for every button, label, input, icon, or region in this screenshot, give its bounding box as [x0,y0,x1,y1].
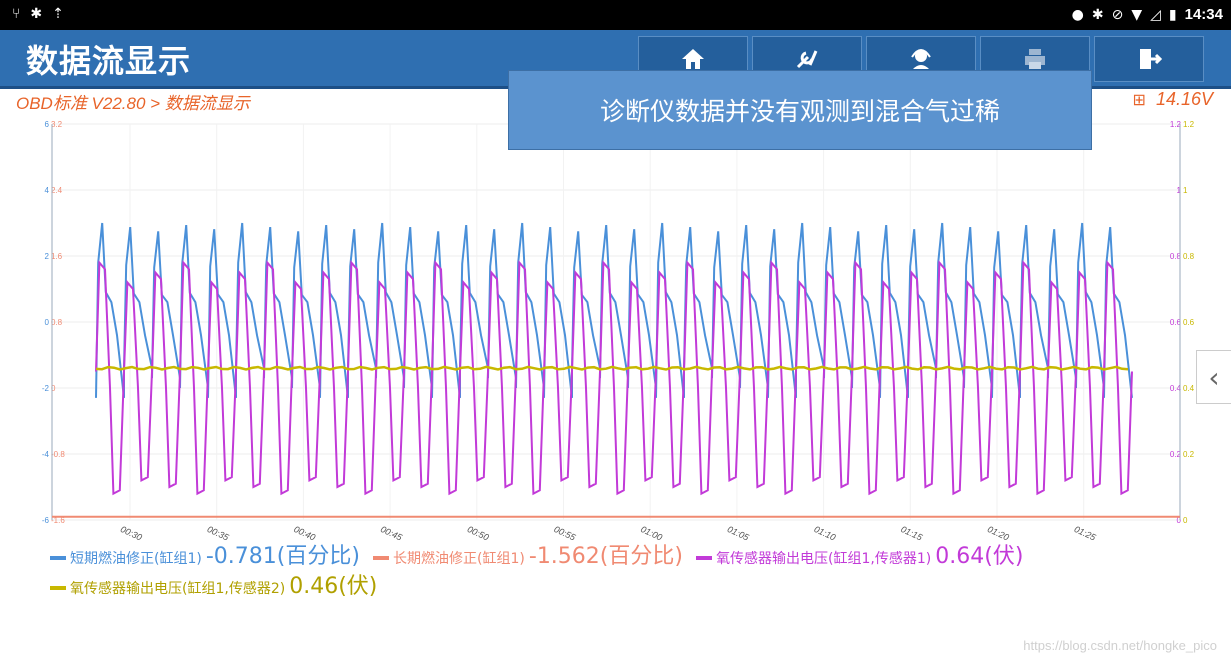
legend-value: 0.64(伏) [935,544,1024,569]
y-tick-right-outer: 0.6 [1183,318,1195,327]
x-tick-label: 01:20 [986,524,1011,543]
y-tick-right-outer: 0 [1183,516,1188,525]
battery-voltage: ⊞ 14.16V [1133,89,1213,110]
legend-swatch [50,556,66,560]
home-icon [682,49,704,69]
location-icon: ● [1071,6,1084,23]
x-tick-label: 00:35 [206,524,232,543]
x-tick-label: 01:25 [1073,524,1099,543]
exit-icon [1140,49,1162,69]
y-tick-left-inner: 0.8 [51,318,63,327]
y-tick-left-outer: -2 [42,384,50,393]
y-tick-right-outer: 0.4 [1183,384,1195,393]
y-tick-right-outer: 0.2 [1183,450,1195,459]
y-tick-left-inner: 1.6 [51,252,63,261]
x-tick-label: 01:15 [899,524,925,543]
upload-icon: ⇡ [52,6,64,22]
live-data-chart: 6 3.2 1.2 1.24 2.4 1 12 1.6 0.8 0.80 0.8 0.6 0.6-2 0 0… [42,120,1195,543]
voltage-value: 14.16V [1155,89,1213,109]
bug-icon: ✱ [30,6,43,22]
legend-swatch [696,556,713,560]
x-tick-label: 00:50 [466,524,491,543]
y-tick-right-inner: 1 [1177,186,1182,195]
legend-value: 0.46(伏) [289,574,378,599]
y-tick-right-outer: 1 [1183,186,1188,195]
legend-value: -0.781(百分比) [205,544,360,569]
headset-icon [911,49,931,69]
x-tick-label: 00:40 [292,524,317,543]
x-tick-label: 00:30 [119,524,144,543]
car-battery-icon: ⊞ [1132,91,1146,109]
y-tick-left-inner: -0.8 [51,450,65,459]
y-tick-left-outer: -6 [42,516,50,525]
status-bar: ⑂ ✱ ⇡ ● ✱ ⊘ ▼ ◿ ▮ 14:34 [0,0,1231,30]
signal-icon: ◿ [1150,6,1161,23]
bluetooth-icon: ✱ [1091,6,1104,23]
y-tick-left-outer: -4 [42,450,50,459]
legend-item-long-fuel-trim: 长期燃油修正(缸组1) -1.562(百分比) [373,543,683,573]
x-tick-label: 01:00 [639,524,664,543]
y-tick-right-outer: 1.2 [1183,120,1195,129]
y-tick-left-outer: 6 [45,120,50,129]
breadcrumb: OBD标准 V22.80 > 数据流显示 [16,94,250,113]
wifi-icon: ▼ [1131,6,1143,23]
legend-value: -1.562(百分比) [528,544,683,569]
chevron-left-icon: ‹ [1208,360,1220,394]
series-line-o2-sensor-2 [95,365,1129,371]
side-panel-toggle[interactable]: ‹ [1196,350,1231,404]
annotation-note: 诊断仪数据并没有观测到混合气过稀 [508,70,1092,150]
x-tick-label: 01:05 [726,524,752,543]
wrench-icon [796,50,818,69]
y-tick-left-inner: 3.2 [51,120,63,129]
clock: 14:34 [1184,6,1223,23]
legend-label: 氧传感器输出电压(缸组1,传感器2) [70,581,286,597]
exit-button[interactable] [1094,36,1204,82]
y-tick-right-outer: 0.8 [1183,252,1195,261]
y-tick-left-inner: 2.4 [51,186,63,195]
legend-item-o2-sensor-2: 氧传感器输出电压(缸组1,传感器2) 0.46(伏) [50,573,377,603]
y-tick-left-outer: 2 [45,252,50,261]
x-tick-label: 00:55 [552,524,578,543]
y-tick-left-outer: 0 [45,318,50,327]
y-tick-left-outer: 4 [45,186,50,195]
watermark: https://blog.csdn.net/hongke_pico [1023,638,1217,653]
legend-item-o2-sensor-1: 氧传感器输出电压(缸组1,传感器1) 0.64(伏) [696,543,1023,573]
chart-legend: 短期燃油修正(缸组1) -0.781(百分比) 长期燃油修正(缸组1) -1.5… [50,543,1150,603]
legend-swatch [373,556,390,560]
legend-label: 氧传感器输出电压(缸组1,传感器1) [716,551,932,567]
usb-icon: ⑂ [12,6,21,22]
x-tick-label: 00:45 [379,524,405,543]
page-title: 数据流显示 [26,42,192,80]
dnd-icon: ⊘ [1111,6,1124,23]
battery-icon: ▮ [1168,6,1177,23]
x-tick-label: 01:10 [813,524,838,543]
legend-item-short-fuel-trim: 短期燃油修正(缸组1) -0.781(百分比) [50,543,360,573]
printer-icon [1025,49,1045,69]
legend-label: 长期燃油修正(缸组1) [393,551,525,567]
legend-label: 短期燃油修正(缸组1) [70,551,202,567]
legend-swatch [50,586,66,590]
